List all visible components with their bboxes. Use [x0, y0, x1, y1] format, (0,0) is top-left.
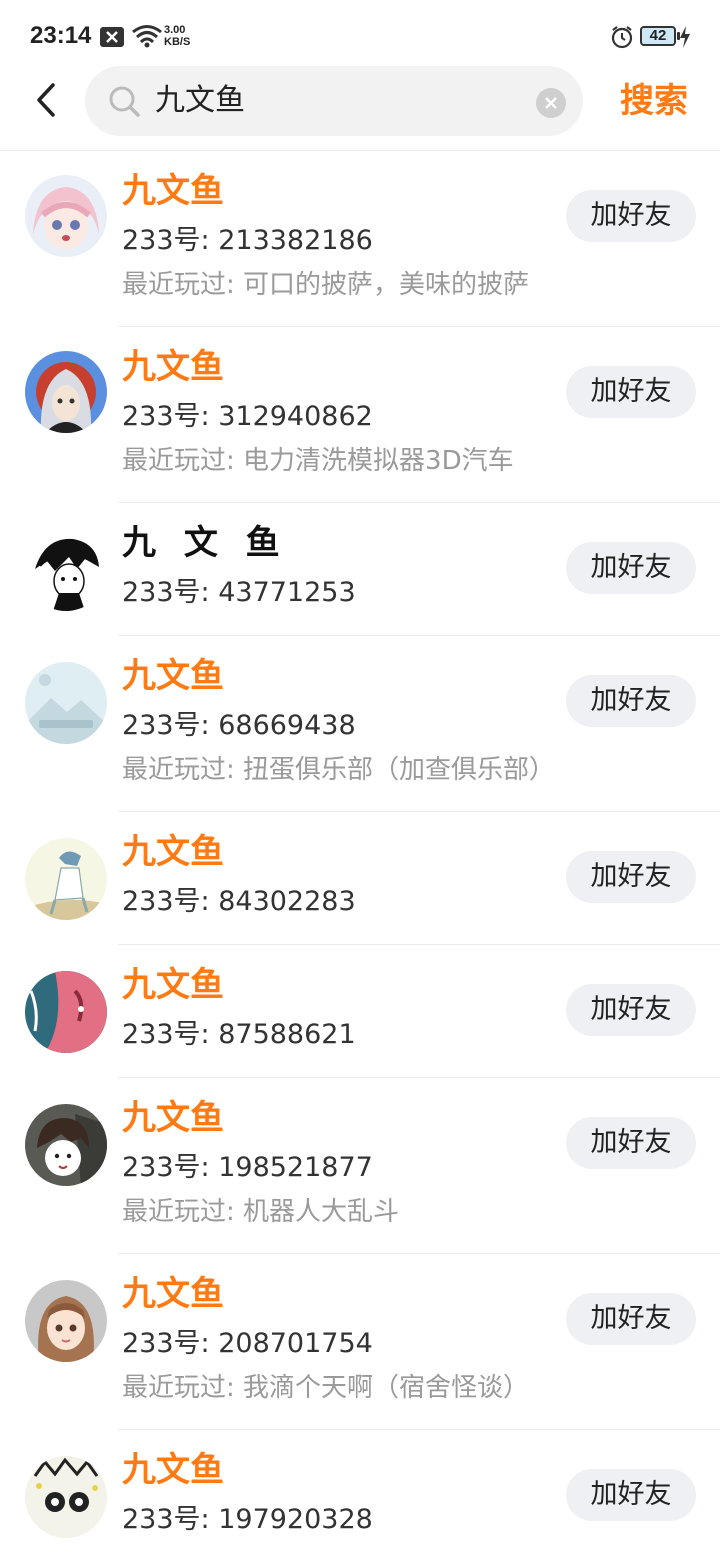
- result-row[interactable]: 九文鱼 233号: 84302283 加好友: [0, 812, 720, 945]
- result-row[interactable]: 九文鱼 233号: 213382186 最近玩过: 可口的披萨，美味的披萨 加好…: [0, 151, 720, 327]
- avatar[interactable]: [25, 529, 107, 611]
- result-id: 233号: 84302283: [122, 886, 356, 917]
- search-box[interactable]: 九文鱼: [85, 66, 583, 136]
- result-name: 九文鱼: [122, 1274, 224, 1314]
- avatar[interactable]: [25, 971, 107, 1053]
- avatar[interactable]: [25, 175, 107, 257]
- result-recent-played: 最近玩过: 可口的披萨，美味的披萨: [122, 270, 530, 300]
- result-row[interactable]: 九 文 鱼 233号: 43771253 加好友: [0, 503, 720, 636]
- battery-indicator: 42: [640, 26, 680, 46]
- result-row[interactable]: 九文鱼 233号: 208701754 最近玩过: 我滴个天啊（宿舍怪谈） 加好…: [0, 1254, 720, 1430]
- wifi-icon: [132, 25, 162, 48]
- network-speed: 3.00 KB/S: [164, 24, 190, 48]
- result-id: 233号: 213382186: [122, 225, 373, 256]
- result-row[interactable]: 九文鱼 233号: 198521877 最近玩过: 机器人大乱斗 加好友: [0, 1078, 720, 1254]
- result-recent-played: 最近玩过: 电力清洗模拟器3D汽车: [122, 446, 514, 476]
- add-friend-button[interactable]: 加好友: [566, 675, 696, 727]
- avatar[interactable]: [25, 662, 107, 744]
- result-name: 九文鱼: [122, 832, 224, 872]
- result-id: 233号: 43771253: [122, 577, 356, 608]
- result-row[interactable]: 九文鱼 233号: 68669438 最近玩过: 扭蛋俱乐部（加查俱乐部） 加好…: [0, 636, 720, 812]
- result-id: 233号: 197920328: [122, 1504, 373, 1535]
- result-id: 233号: 68669438: [122, 710, 356, 741]
- add-friend-button[interactable]: 加好友: [566, 1293, 696, 1345]
- result-row[interactable]: 九文鱼 233号: 87588621 加好友: [0, 945, 720, 1078]
- add-friend-button[interactable]: 加好友: [566, 1469, 696, 1521]
- add-friend-button[interactable]: 加好友: [566, 366, 696, 418]
- clear-icon[interactable]: [536, 88, 566, 118]
- chevron-left-icon: [37, 83, 55, 117]
- result-name: 九文鱼: [122, 1098, 224, 1138]
- search-button[interactable]: 搜索: [606, 74, 702, 128]
- search-header: 九文鱼 搜索: [0, 62, 720, 151]
- result-id: 233号: 87588621: [122, 1019, 356, 1050]
- network-speed-unit: KB/S: [164, 36, 191, 48]
- close-icon: [545, 97, 557, 109]
- avatar[interactable]: [25, 1104, 107, 1186]
- status-time: 23:14: [30, 22, 92, 49]
- avatar[interactable]: [25, 351, 107, 433]
- result-recent-played: 最近玩过: 扭蛋俱乐部（加查俱乐部）: [122, 755, 556, 785]
- add-friend-button[interactable]: 加好友: [566, 851, 696, 903]
- result-recent-played: 最近玩过: 机器人大乱斗: [122, 1197, 400, 1227]
- avatar[interactable]: [25, 1456, 107, 1538]
- search-input[interactable]: 九文鱼: [155, 82, 515, 120]
- notification-x-icon: [100, 27, 124, 47]
- result-name: 九 文 鱼: [122, 523, 288, 563]
- add-friend-button[interactable]: 加好友: [566, 984, 696, 1036]
- charging-bolt-icon: [680, 26, 690, 48]
- result-row[interactable]: 九文鱼 233号: 197920328 加好友: [0, 1430, 720, 1563]
- avatar[interactable]: [25, 1280, 107, 1362]
- result-id: 233号: 198521877: [122, 1152, 373, 1183]
- network-speed-value: 3.00: [164, 24, 186, 36]
- add-friend-button[interactable]: 加好友: [566, 542, 696, 594]
- status-bar: 23:14 3.00 KB/S 42: [0, 0, 720, 70]
- search-icon: [109, 86, 140, 117]
- result-row[interactable]: 九文鱼 233号: 312940862 最近玩过: 电力清洗模拟器3D汽车 加好…: [0, 327, 720, 503]
- add-friend-button[interactable]: 加好友: [566, 1117, 696, 1169]
- search-results-list: 九文鱼 233号: 213382186 最近玩过: 可口的披萨，美味的披萨 加好…: [0, 151, 720, 1563]
- back-button[interactable]: [26, 78, 66, 122]
- result-recent-played: 最近玩过: 我滴个天啊（宿舍怪谈）: [122, 1373, 530, 1403]
- result-name: 九文鱼: [122, 171, 224, 211]
- alarm-icon: [611, 26, 633, 49]
- result-name: 九文鱼: [122, 347, 224, 387]
- result-id: 233号: 208701754: [122, 1328, 373, 1359]
- avatar[interactable]: [25, 838, 107, 920]
- result-name: 九文鱼: [122, 965, 224, 1005]
- result-name: 九文鱼: [122, 1450, 224, 1490]
- add-friend-button[interactable]: 加好友: [566, 190, 696, 242]
- result-name: 九文鱼: [122, 656, 224, 696]
- result-id: 233号: 312940862: [122, 401, 373, 432]
